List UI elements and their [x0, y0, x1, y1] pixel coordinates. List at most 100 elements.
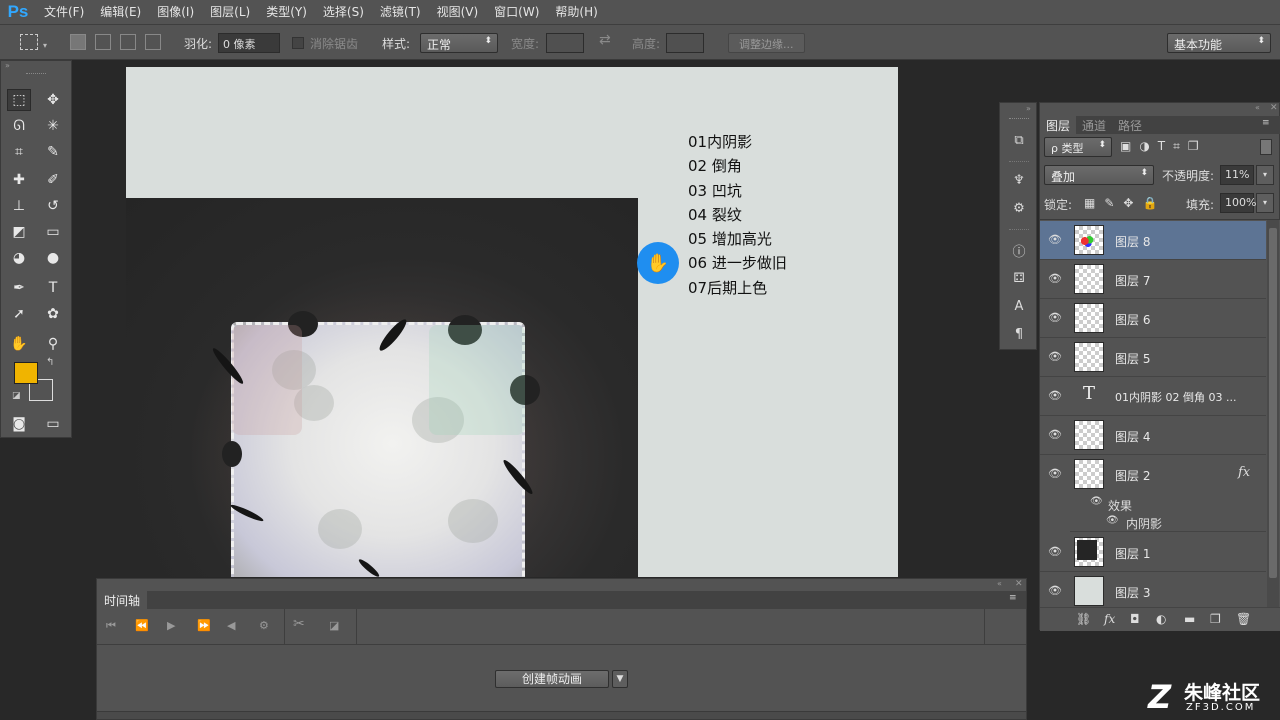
link-layers-icon[interactable]: ⛓ [1076, 612, 1091, 626]
layer-row[interactable]: 👁 图层 1 [1040, 533, 1266, 572]
menu-type[interactable]: 类型(Y) [258, 0, 315, 24]
menu-select[interactable]: 选择(S) [315, 0, 372, 24]
filter-type-select[interactable]: ρ 类型 ⬍ [1044, 137, 1112, 157]
add-style-icon[interactable]: fx [1104, 612, 1115, 626]
eye-icon[interactable]: 👁 [1048, 272, 1062, 285]
split-icon[interactable]: ✂ [293, 616, 305, 632]
width-input[interactable] [546, 33, 584, 53]
dodge-tool-icon[interactable]: ● [41, 247, 65, 269]
grip-icon[interactable] [1009, 118, 1029, 120]
fx-icon[interactable]: fx [1238, 465, 1250, 480]
healing-brush-icon[interactable]: ✚ [7, 169, 31, 191]
layer-name[interactable]: 图层 8 [1115, 233, 1150, 250]
preset-dropdown-icon[interactable]: ▾ [43, 41, 47, 50]
layers-scrollbar[interactable] [1267, 220, 1279, 608]
layer-name[interactable]: 图层 2 [1115, 467, 1150, 484]
layer-row[interactable]: 👁 图层 4 [1040, 416, 1266, 455]
blur-tool-icon[interactable]: ◕ [7, 247, 31, 269]
custom-shape-icon[interactable]: ✿ [41, 303, 65, 325]
foreground-color-swatch[interactable] [14, 362, 38, 384]
properties-panel-icon[interactable]: ⚙ [1008, 197, 1030, 219]
layer-row[interactable]: 👁 图层 8 [1040, 221, 1266, 260]
layer-row[interactable]: 👁 图层 7 [1040, 260, 1266, 299]
gradient-tool-icon[interactable]: ▭ [41, 221, 65, 243]
layer-name[interactable]: 图层 3 [1115, 584, 1150, 601]
collapse-icon[interactable]: « [1255, 103, 1260, 112]
antialias-checkbox[interactable] [292, 37, 304, 49]
menu-help[interactable]: 帮助(H) [547, 0, 605, 24]
panel-menu-icon[interactable]: ≡ [1009, 593, 1017, 603]
blend-mode-select[interactable]: 叠加 ⬍ [1044, 165, 1154, 185]
eye-icon[interactable]: 👁 [1048, 467, 1062, 480]
transition-icon[interactable]: ◪ [329, 619, 339, 632]
menu-edit[interactable]: 编辑(E) [92, 0, 149, 24]
pen-tool-icon[interactable]: ✒ [7, 277, 31, 299]
default-colors-icon[interactable]: ◪ [12, 391, 21, 401]
layer-row[interactable]: 👁 图层 2 fx [1040, 455, 1266, 494]
eyedropper-icon[interactable]: ✎ [41, 141, 65, 163]
new-group-icon[interactable]: ▬ [1184, 612, 1195, 626]
tab-paths[interactable]: 路径 [1112, 116, 1148, 134]
eye-icon[interactable]: 👁 [1048, 389, 1062, 402]
menu-filter[interactable]: 滤镜(T) [372, 0, 429, 24]
tab-timeline[interactable]: 时间轴 [97, 591, 148, 609]
layer-name[interactable]: 图层 6 [1115, 311, 1150, 328]
intersect-selection-icon[interactable] [145, 34, 161, 50]
layer-name[interactable]: 图层 4 [1115, 428, 1150, 445]
opacity-input[interactable]: 11% [1220, 165, 1254, 185]
eye-icon[interactable]: 👁 [1048, 428, 1062, 441]
settings-icon[interactable]: ⚙ [259, 619, 269, 632]
feather-input[interactable]: 0 像素 [218, 33, 280, 53]
fill-input[interactable]: 100% [1220, 193, 1256, 213]
lock-icons[interactable]: ▦✎✥🔒 [1084, 196, 1166, 210]
layer-name[interactable]: 图层 5 [1115, 350, 1150, 367]
paragraph-panel-icon[interactable]: ¶ [1008, 323, 1030, 345]
close-icon[interactable]: ✕ [1270, 103, 1278, 113]
crop-tool-icon[interactable]: ⌗ [7, 141, 31, 163]
menu-file[interactable]: 文件(F) [36, 0, 92, 24]
grip-icon[interactable] [26, 73, 46, 75]
eye-icon[interactable]: 👁 [1048, 545, 1062, 558]
layer-name[interactable]: 图层 7 [1115, 272, 1150, 289]
tab-layers[interactable]: 图层 [1040, 116, 1077, 134]
history-brush-icon[interactable]: ↺ [41, 195, 65, 217]
hand-tool-icon[interactable]: ✋ [7, 333, 31, 355]
next-frame-icon[interactable]: ⏩ [197, 619, 211, 632]
expand-icon[interactable]: » [1026, 104, 1031, 113]
screen-mode-icon[interactable]: ▭ [41, 413, 65, 435]
lasso-tool-icon[interactable]: ᘏ [7, 115, 31, 137]
effects-eye-icon[interactable]: 👁 [1090, 496, 1103, 507]
history-panel-icon[interactable]: ⧉ [1008, 129, 1030, 151]
delete-layer-icon[interactable]: 🗑 [1236, 612, 1251, 626]
swap-icon[interactable]: ⇄ [599, 32, 611, 48]
layer-row[interactable]: 👁 图层 3 [1040, 572, 1266, 611]
swap-colors-icon[interactable]: ↰ [46, 357, 54, 368]
move-tool-icon[interactable]: ✥ [41, 89, 65, 111]
collapse-icon[interactable]: » [5, 61, 10, 70]
character-panel-icon[interactable]: A [1008, 295, 1030, 317]
quick-mask-icon[interactable]: ◙ [7, 413, 31, 435]
eraser-icon[interactable]: ◩ [7, 221, 31, 243]
workspace-select[interactable]: 基本功能 ⬍ [1167, 33, 1271, 53]
effect-eye-icon[interactable]: 👁 [1106, 515, 1119, 526]
refine-edge-button[interactable]: 调整边缘... [728, 33, 805, 53]
create-frame-animation-button[interactable]: 创建帧动画 [495, 670, 609, 688]
swatches-panel-icon[interactable]: ⚃ [1008, 267, 1030, 289]
panel-menu-icon[interactable]: ≡ [1262, 118, 1270, 128]
layer-row[interactable]: 👁 图层 5 [1040, 338, 1266, 377]
zoom-tool-icon[interactable]: ⚲ [41, 333, 65, 355]
close-icon[interactable]: ✕ [1015, 579, 1023, 589]
add-mask-icon[interactable]: ◘ [1130, 612, 1140, 626]
filter-icons[interactable]: ▣◑T⌗❐ [1120, 139, 1207, 154]
effect-inner-shadow[interactable]: 内阴影 [1126, 515, 1162, 532]
menu-window[interactable]: 窗口(W) [486, 0, 547, 24]
chevron-down-icon[interactable]: ▼ [612, 670, 628, 688]
eye-icon[interactable]: 👁 [1048, 311, 1062, 324]
first-frame-icon[interactable]: ⏮ [106, 619, 116, 633]
menu-image[interactable]: 图像(I) [149, 0, 202, 24]
layer-name[interactable]: 图层 1 [1115, 545, 1150, 562]
add-selection-icon[interactable] [95, 34, 111, 50]
rect-marquee-icon[interactable]: ⬚ [7, 89, 31, 111]
tab-channels[interactable]: 通道 [1076, 116, 1112, 134]
play-icon[interactable]: ▶ [167, 619, 175, 632]
